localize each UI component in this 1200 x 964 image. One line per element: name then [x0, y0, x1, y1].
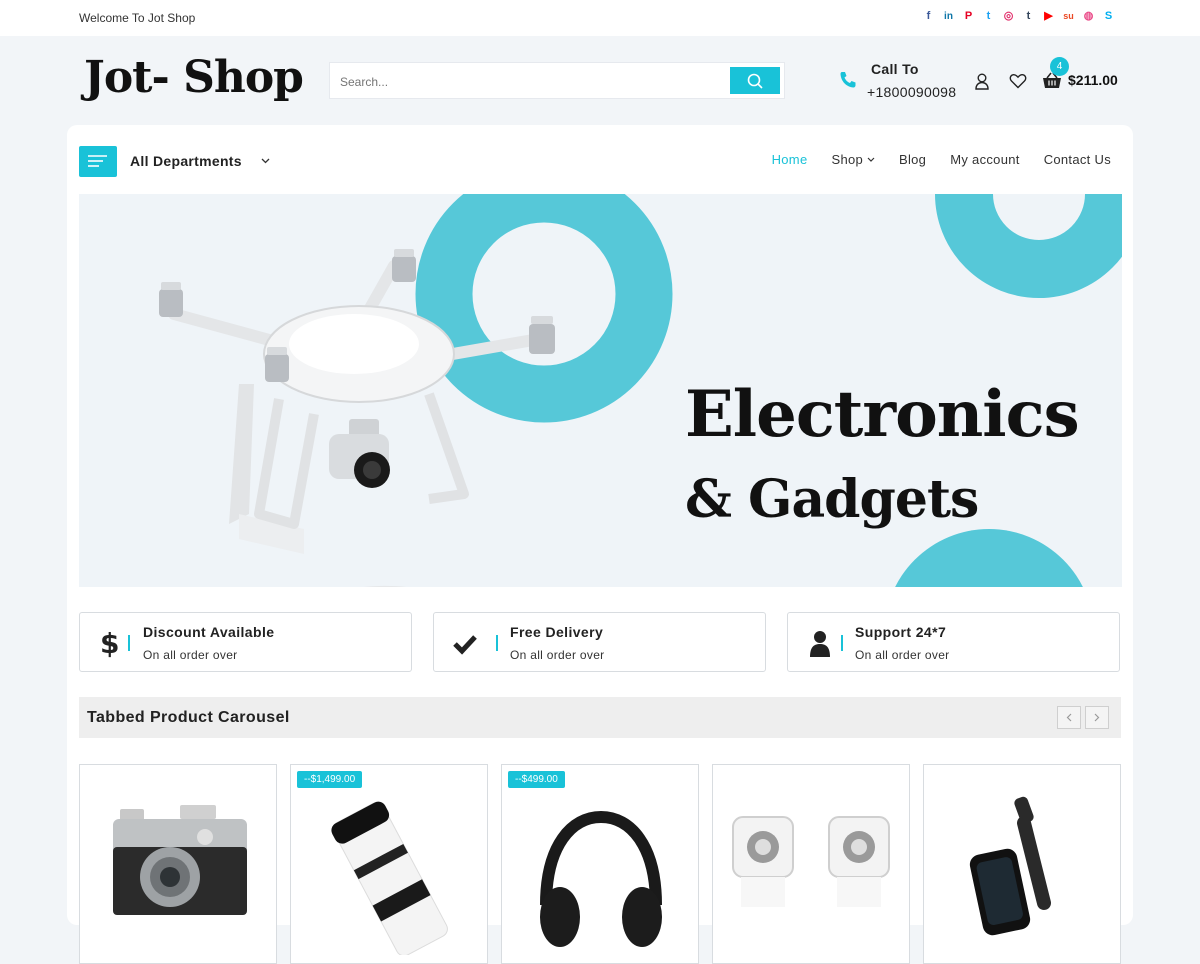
stumbleupon-icon[interactable]: su [1062, 10, 1075, 23]
nav-my-account[interactable]: My account [950, 152, 1019, 167]
nav-blog[interactable]: Blog [899, 152, 926, 167]
twitter-icon[interactable]: t [982, 10, 995, 23]
lens-image [331, 801, 448, 955]
feature-subtitle: On all order over [510, 648, 605, 662]
product-card-headphones[interactable]: --$499.00 [501, 764, 699, 964]
speakers-image [732, 816, 890, 907]
feature-discount: $ Discount Available On all order over [79, 612, 412, 672]
carousel-prev-button[interactable] [1057, 706, 1081, 729]
smartwatch-image [969, 796, 1051, 936]
search-input[interactable] [330, 63, 737, 100]
banner-ring-shape [415, 194, 673, 423]
drone-image [159, 249, 555, 587]
nav-contact-us[interactable]: Contact Us [1044, 152, 1111, 167]
main-nav: Home Shop Blog My account Contact Us [772, 152, 1111, 167]
product-card-speakers[interactable] [712, 764, 910, 964]
carousel-next-button[interactable] [1085, 706, 1109, 729]
camera-image [113, 805, 247, 915]
social-links: f in P t ◎ t ▶ su ◍ S [922, 10, 1115, 23]
phone-icon [840, 72, 856, 88]
product-card-smartwatch[interactable] [923, 764, 1121, 964]
phone-number[interactable]: +1800090098 [867, 84, 956, 100]
search-bar [329, 62, 785, 100]
welcome-text: Welcome To Jot Shop [79, 11, 196, 25]
feature-divider [496, 635, 498, 651]
call-to-label: Call To [871, 61, 919, 77]
instagram-icon[interactable]: ◎ [1002, 10, 1015, 23]
chevron-right-icon [1094, 713, 1100, 722]
price-tag: --$499.00 [508, 771, 565, 788]
user-account-icon[interactable] [973, 72, 991, 90]
feature-support: Support 24*7 On all order over [787, 612, 1120, 672]
tumblr-icon[interactable]: t [1022, 10, 1035, 23]
skype-icon[interactable]: S [1102, 10, 1115, 23]
chevron-down-icon [867, 157, 875, 162]
menu-lines-icon [88, 155, 107, 167]
nav-home[interactable]: Home [772, 152, 808, 167]
facebook-icon[interactable]: f [922, 10, 935, 23]
headphones-image [540, 810, 662, 947]
site-logo[interactable]: Jot- Shop [84, 52, 304, 103]
banner-subheading: & Gadgets [685, 469, 979, 530]
feature-title: Discount Available [143, 624, 275, 640]
feature-divider [841, 635, 843, 651]
chevron-left-icon [1066, 713, 1072, 722]
chevron-down-icon[interactable] [261, 158, 270, 164]
carousel-title: Tabbed Product Carousel [87, 709, 290, 726]
wishlist-heart-icon[interactable] [1009, 73, 1027, 89]
banner-heading: Electronics [685, 377, 1080, 452]
price-tag: --$1,499.00 [297, 771, 363, 788]
departments-label[interactable]: All Departments [130, 153, 242, 169]
feature-delivery: Free Delivery On all order over [433, 612, 766, 672]
cart-count-badge: 4 [1050, 57, 1069, 76]
main-content: All Departments Home Shop Blog My accoun… [67, 125, 1133, 964]
carousel-header: Tabbed Product Carousel [79, 697, 1121, 738]
svg-text:$: $ [100, 627, 119, 659]
cart-total[interactable]: $211.00 [1068, 72, 1118, 88]
search-icon [747, 73, 763, 89]
check-icon [453, 635, 477, 655]
dribbble-icon[interactable]: ◍ [1082, 10, 1095, 23]
youtube-icon[interactable]: ▶ [1042, 10, 1055, 23]
search-button[interactable] [730, 67, 780, 94]
pinterest-icon[interactable]: P [962, 10, 975, 23]
feature-title: Support 24*7 [855, 624, 947, 640]
hero-banner[interactable]: Electronics & Gadgets [79, 194, 1122, 587]
dollar-icon: $ [100, 627, 119, 659]
nav-shop[interactable]: Shop [831, 152, 875, 167]
linkedin-icon[interactable]: in [942, 10, 955, 23]
user-support-icon [810, 631, 830, 657]
feature-subtitle: On all order over [855, 648, 950, 662]
product-card-lens[interactable]: --$1,499.00 [290, 764, 488, 964]
departments-menu-button[interactable] [79, 146, 117, 177]
nav-shop-label: Shop [831, 152, 864, 167]
top-bar: Welcome To Jot Shop f in P t ◎ t ▶ su ◍ … [0, 0, 1200, 36]
feature-divider [128, 635, 130, 651]
banner-half-circle-shape [895, 529, 1083, 587]
feature-title: Free Delivery [510, 624, 604, 640]
banner-ring-shape [935, 194, 1122, 298]
product-card-camera[interactable] [79, 764, 277, 964]
feature-subtitle: On all order over [143, 648, 238, 662]
